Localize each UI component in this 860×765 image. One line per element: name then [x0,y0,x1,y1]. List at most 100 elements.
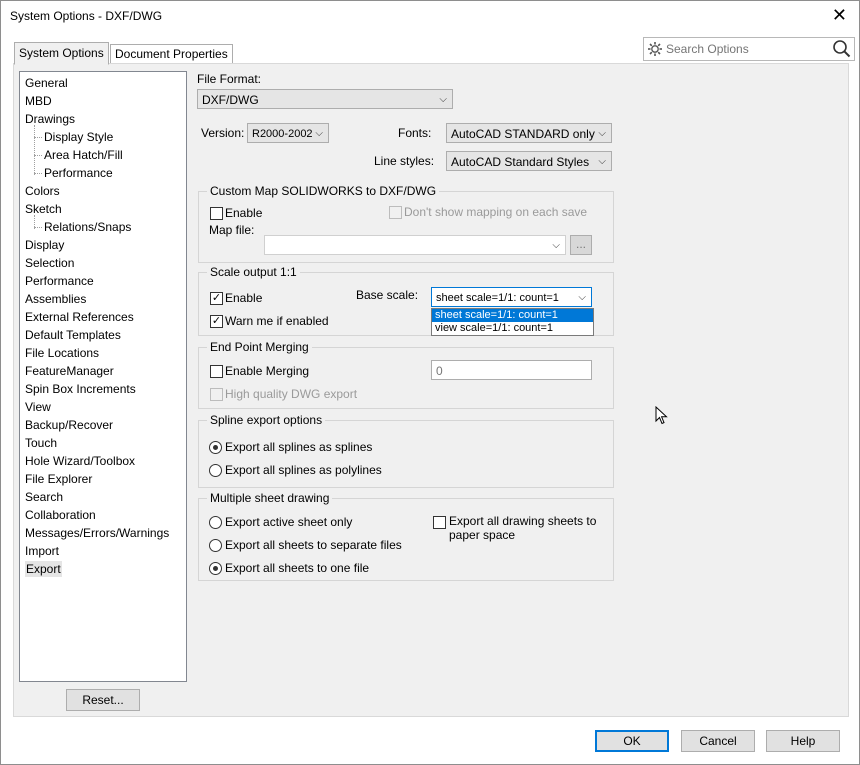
tree-item[interactable]: Import [25,543,59,559]
dont-show-mapping-checkbox[interactable] [389,206,402,219]
tree-item[interactable]: External References [25,309,134,325]
tree-item[interactable]: Messages/Errors/Warnings [25,525,169,541]
line-styles-label: Line styles: [374,154,435,168]
tree-item[interactable]: File Locations [25,345,99,361]
merge-tolerance-field[interactable]: 0 [431,360,592,380]
dropdown-option[interactable]: sheet scale=1/1: count=1 [432,309,593,322]
title-bar: System Options - DXF/DWG ✕ [1,1,859,31]
base-scale-label: Base scale: [356,288,419,302]
chevron-down-icon: ⌵ [552,240,560,251]
search-input[interactable] [664,40,828,58]
tree-item[interactable]: Area Hatch/Fill [44,147,123,163]
tree-item[interactable]: View [25,399,51,415]
paper-space-label-line2: paper space [449,528,516,542]
dropdown-option[interactable]: view scale=1/1: count=1 [432,322,593,335]
file-format-value: DXF/DWG [202,93,259,107]
tab-document-properties[interactable]: Document Properties [110,44,233,64]
tree-item[interactable]: Collaboration [25,507,96,523]
map-file-label: Map file: [209,223,255,237]
tree-item[interactable]: General [25,75,68,91]
file-format-select[interactable]: DXF/DWG ⌵ [197,89,453,109]
base-scale-select[interactable]: sheet scale=1/1: count=1 ⌵ [431,287,592,307]
version-select[interactable]: R2000-2002 ⌵ [247,123,329,143]
search-box[interactable] [643,37,855,61]
tree-item[interactable]: Selection [25,255,74,271]
close-icon[interactable]: ✕ [832,6,847,24]
dialog-window: System Options - DXF/DWG ✕ System Option… [0,0,860,765]
splines-as-polylines-label: Export all splines as polylines [225,463,382,477]
line-styles-select[interactable]: AutoCAD Standard Styles ⌵ [446,151,612,171]
chevron-down-icon: ⌵ [598,156,606,167]
splines-as-polylines-radio[interactable] [209,464,222,477]
tree-item[interactable]: Drawings [25,111,75,127]
one-file-label: Export all sheets to one file [225,561,370,575]
high-quality-dwg-checkbox[interactable] [210,388,223,401]
tab-system-options[interactable]: System Options [14,42,109,65]
line-styles-value: AutoCAD Standard Styles [451,155,590,169]
tree-connector [34,125,35,175]
splines-as-splines-radio[interactable] [209,441,222,454]
warn-if-enabled-label: Warn me if enabled [225,314,329,328]
fonts-label: Fonts: [398,126,432,140]
tree-item[interactable]: Relations/Snaps [44,219,131,235]
separate-files-label: Export all sheets to separate files [225,538,402,552]
tree-item[interactable]: Search [25,489,63,505]
tree-item[interactable]: Touch [25,435,57,451]
enable-merging-checkbox[interactable] [210,365,223,378]
tree-item[interactable]: Display Style [44,129,113,145]
map-file-select[interactable]: ⌵ [264,235,566,255]
multi-sheet-title: Multiple sheet drawing [207,491,333,505]
dont-show-mapping-label: Don't show mapping on each save [404,205,588,219]
separate-files-radio[interactable] [209,539,222,552]
tree-item[interactable]: Export [25,561,62,577]
tree-item[interactable]: Sketch [25,201,62,217]
tree-connector [34,173,42,174]
tree-item[interactable]: File Explorer [25,471,92,487]
cancel-button[interactable]: Cancel [681,730,755,752]
version-value: R2000-2002 [252,128,313,140]
scale-enable-checkbox[interactable]: ✓ [210,292,223,305]
tree-item[interactable]: Colors [25,183,60,199]
warn-if-enabled-checkbox[interactable]: ✓ [210,315,223,328]
paper-space-checkbox[interactable] [433,516,446,529]
chevron-down-icon: ⌵ [598,128,606,139]
options-tree[interactable]: General MBD Drawings Display Style Area Hatc… [19,71,187,682]
spline-export-group: Spline export options [198,413,614,488]
tree-item[interactable]: MBD [25,93,52,109]
custom-map-enable-checkbox[interactable] [210,207,223,220]
browse-map-file-button[interactable]: ... [570,235,592,255]
active-sheet-only-radio[interactable] [209,516,222,529]
reset-button[interactable]: Reset... [66,689,140,711]
tree-item[interactable]: Display [25,237,64,253]
version-label: Version: [201,126,245,140]
tree-item[interactable]: Performance [44,165,113,181]
active-sheet-only-label: Export active sheet only [225,515,353,529]
chevron-down-icon: ⌵ [315,128,323,139]
tree-item[interactable]: Hole Wizard/Toolbox [25,453,135,469]
gear-icon [648,42,662,56]
tree-item[interactable]: Assemblies [25,291,86,307]
tab-label: Document Properties [115,47,228,61]
fonts-select[interactable]: AutoCAD STANDARD only ⌵ [446,123,612,143]
custom-map-enable-label: Enable [225,206,263,220]
tree-item[interactable]: Default Templates [25,327,121,343]
base-scale-value: sheet scale=1/1: count=1 [436,292,559,304]
tree-connector [34,215,35,229]
base-scale-dropdown[interactable]: sheet scale=1/1: count=1 view scale=1/1:… [431,308,594,336]
tree-connector [34,137,42,138]
scale-enable-label: Enable [225,291,263,305]
help-button[interactable]: Help [766,730,840,752]
search-icon[interactable] [832,39,851,58]
paper-space-label-line1: Export all drawing sheets to [449,514,597,528]
ok-button[interactable]: OK [595,730,669,752]
tree-item[interactable]: Performance [25,273,94,289]
one-file-radio[interactable] [209,562,222,575]
tree-item[interactable]: Backup/Recover [25,417,113,433]
window-title: System Options - DXF/DWG [10,9,163,23]
tree-connector [34,155,42,156]
tree-item[interactable]: Spin Box Increments [25,381,136,397]
tree-item[interactable]: FeatureManager [25,363,114,379]
spline-export-title: Spline export options [207,413,326,427]
scale-output-title: Scale output 1:1 [207,265,300,279]
mouse-cursor-icon [655,406,668,425]
